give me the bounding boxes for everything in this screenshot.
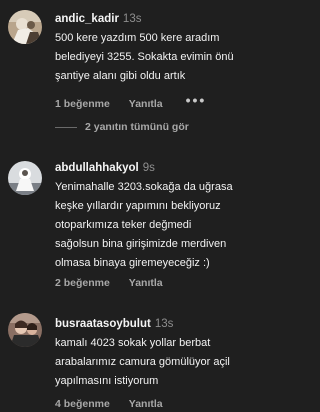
comment-text: Yenimahalle 3203.sokağa da uğrasa keşke …	[55, 181, 233, 269]
comment-body: busraatasoybulut 13s kamalı 4023 sokak yo…	[55, 317, 276, 410]
comment-body: abdullahhakyol 9s Yenimahalle 3203.sokağa…	[55, 161, 276, 289]
comment-item: andic_kadir 13s 500 kere yazdım 500 kere …	[0, 0, 276, 150]
comment-actions: 2 beğenme Yanıtla	[55, 277, 183, 289]
timestamp: 13s	[154, 318, 174, 330]
timestamp: 13s	[122, 13, 142, 25]
view-replies-button[interactable]: 2 yanıtın tümünü gör	[55, 121, 189, 133]
likes-count[interactable]: 2 beğenme	[55, 277, 110, 289]
comment-item: busraatasoybulut 13s kamalı 4023 sokak yo…	[0, 300, 276, 412]
reply-button[interactable]: Yanıtla	[129, 398, 163, 410]
reply-button[interactable]: Yanıtla	[129, 277, 163, 289]
likes-count[interactable]: 1 beğenme	[55, 98, 110, 110]
likes-count[interactable]: 4 beğenme	[55, 398, 110, 410]
comment-actions: 4 beğenme Yanıtla	[55, 398, 183, 410]
comment-header: busraatasoybulut 13s	[55, 317, 276, 332]
avatar[interactable]	[8, 10, 42, 44]
avatar[interactable]	[8, 313, 42, 347]
comment-header: andic_kadir 13s	[55, 12, 276, 27]
comment-text: 500 kere yazdım 500 kere aradım belediye…	[55, 32, 234, 82]
comment-body: andic_kadir 13s 500 kere yazdım 500 kere …	[55, 12, 276, 110]
username[interactable]: abdullahhakyol	[55, 162, 139, 174]
divider-line	[55, 126, 77, 128]
avatar[interactable]	[8, 161, 42, 195]
username[interactable]: andic_kadir	[55, 13, 119, 25]
timestamp: 9s	[142, 162, 155, 174]
comment-text: kamalı 4023 sokak yollar berbat arabalar…	[55, 337, 230, 387]
username[interactable]: busraatasoybulut	[55, 318, 151, 330]
comment-header: abdullahhakyol 9s	[55, 161, 276, 176]
comments-list: andic_kadir 13s 500 kere yazdım 500 kere …	[0, 0, 276, 412]
more-options-icon[interactable]: •••	[186, 92, 207, 108]
view-replies-label: 2 yanıtın tümünü gör	[85, 121, 189, 133]
comment-actions: 1 beğenme Yanıtla •••	[55, 92, 207, 110]
comment-item: abdullahhakyol 9s Yenimahalle 3203.sokağa…	[0, 150, 276, 300]
reply-button[interactable]: Yanıtla	[129, 98, 163, 110]
